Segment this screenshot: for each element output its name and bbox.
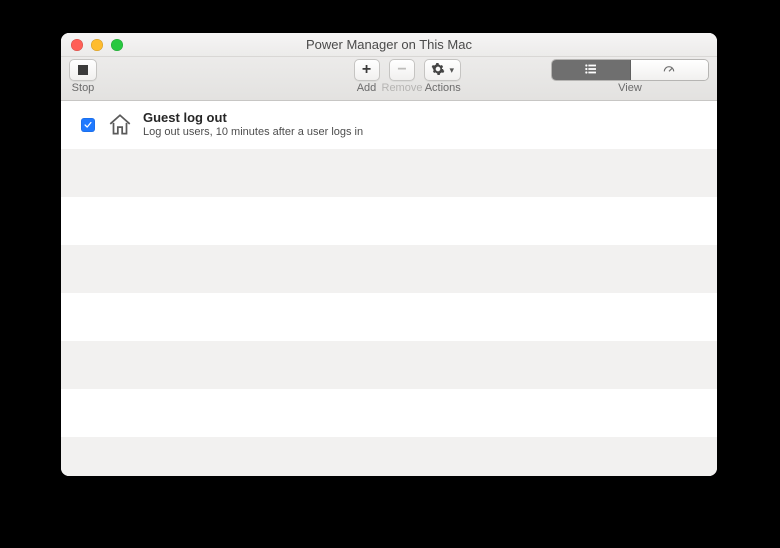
view-gauge-button[interactable]	[631, 60, 709, 80]
toolbar-group-stop: Stop	[69, 59, 97, 94]
actions-label: Actions	[425, 82, 461, 94]
zoom-window-button[interactable]	[111, 39, 123, 51]
list-item	[61, 149, 717, 197]
titlebar: Power Manager on This Mac	[61, 33, 717, 57]
view-label: View	[618, 82, 642, 94]
stop-label: Stop	[72, 82, 95, 94]
remove-button[interactable]	[389, 59, 415, 81]
event-list: Guest log out Log out users, 10 minutes …	[61, 101, 717, 476]
toolbar-group-view: View	[551, 59, 709, 94]
list-item-text: Guest log out Log out users, 10 minutes …	[143, 110, 363, 140]
toolbar-group-remove: Remove	[382, 59, 423, 94]
add-label: Add	[357, 82, 377, 94]
event-subtitle: Log out users, 10 minutes after a user l…	[143, 126, 363, 140]
window-controls	[61, 33, 123, 56]
checkmark-icon	[83, 120, 93, 130]
close-window-button[interactable]	[71, 39, 83, 51]
list-icon	[582, 62, 600, 79]
stop-button[interactable]	[69, 59, 97, 81]
view-list-button[interactable]	[552, 60, 631, 80]
window-title: Power Manager on This Mac	[61, 37, 717, 52]
app-window: Power Manager on This Mac Stop Add Remov…	[61, 33, 717, 476]
gear-icon	[431, 62, 445, 79]
toolbar-group-actions: ▾ Actions	[424, 59, 461, 94]
add-button[interactable]	[354, 59, 380, 81]
enable-checkbox[interactable]	[81, 118, 95, 132]
minimize-window-button[interactable]	[91, 39, 103, 51]
toolbar-group-add: Add	[354, 59, 380, 94]
list-item	[61, 245, 717, 293]
list-item	[61, 389, 717, 437]
chevron-down-icon: ▾	[449, 65, 454, 76]
toolbar: Stop Add Remove ▾ Ac	[61, 57, 717, 101]
view-segmented-control	[551, 59, 709, 81]
list-item	[61, 437, 717, 476]
gauge-icon	[660, 62, 678, 79]
list-item	[61, 197, 717, 245]
list-item[interactable]: Guest log out Log out users, 10 minutes …	[61, 101, 717, 149]
stop-icon	[78, 65, 88, 75]
actions-menu-button[interactable]: ▾	[424, 59, 461, 81]
list-item	[61, 341, 717, 389]
remove-label: Remove	[382, 82, 423, 94]
list-item	[61, 293, 717, 341]
event-title: Guest log out	[143, 110, 363, 126]
home-icon	[107, 112, 133, 138]
